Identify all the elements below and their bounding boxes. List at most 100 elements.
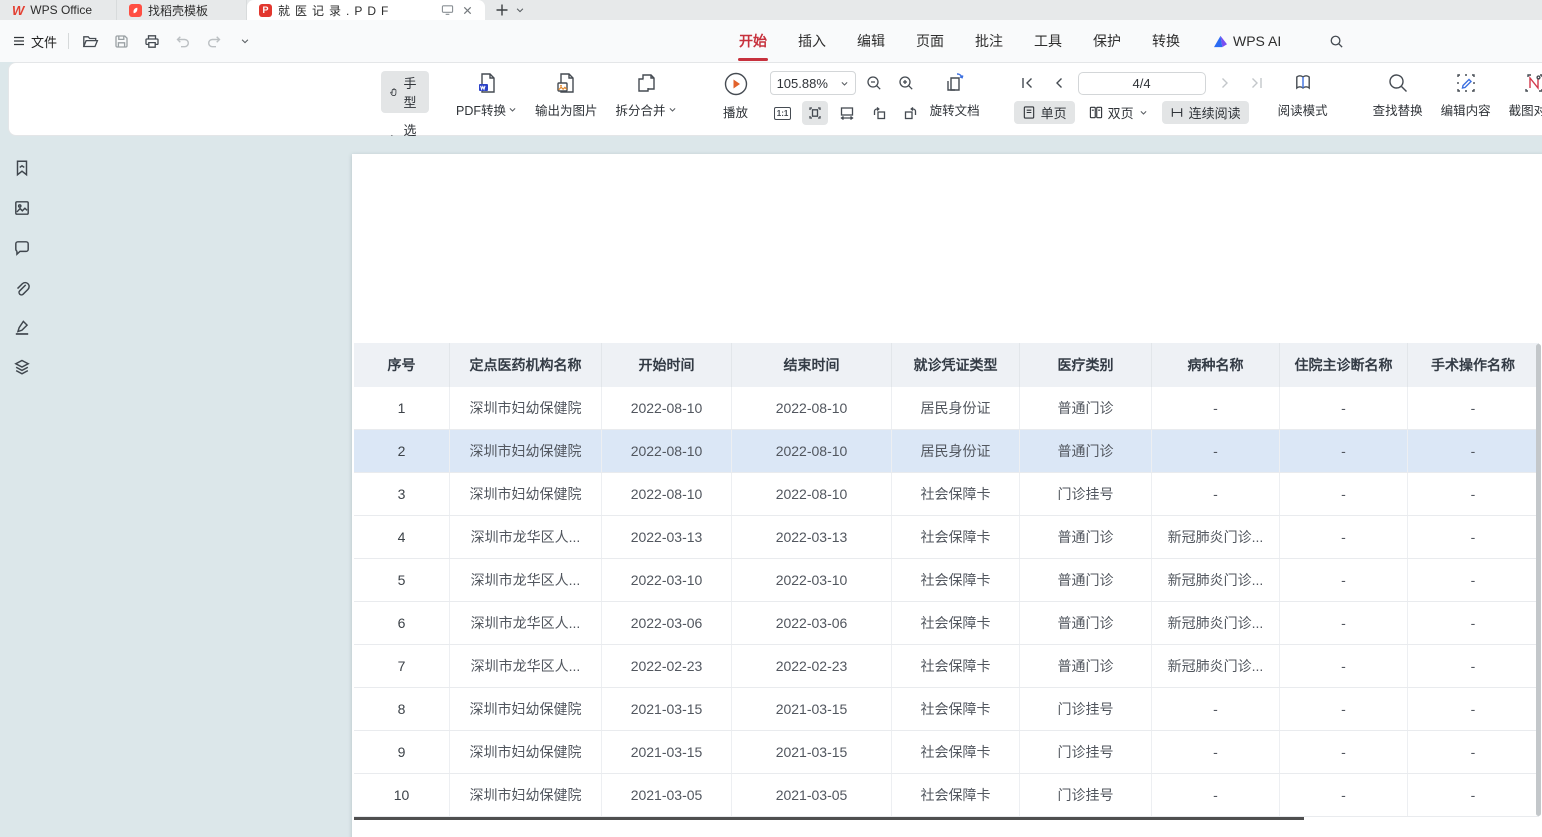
table-cell: - [1280, 774, 1408, 816]
tab-list-chevron-icon[interactable] [515, 5, 525, 15]
tab-docer-templates[interactable]: 找稻壳模板 [117, 0, 247, 20]
menu-bar: 文件 开始 插入 编辑 页面 批注 工具 保护 转换 WPS A [0, 20, 1542, 62]
tab-wps-office[interactable]: W WPS Office [0, 0, 117, 20]
table-cell: 新冠肺炎门诊... [1152, 645, 1280, 687]
single-page-button[interactable]: 单页 [1014, 101, 1075, 124]
table-cell: 深圳市妇幼保健院 [450, 387, 602, 429]
read-mode-label: 阅读模式 [1278, 100, 1328, 119]
table-cell: 2022-08-10 [602, 387, 732, 429]
table-cell: 2022-08-10 [602, 430, 732, 472]
hand-tool-button[interactable]: 手型 [381, 71, 429, 113]
zoom-level-value: 105.88% [777, 76, 828, 91]
table-header-cell: 住院主诊断名称 [1280, 343, 1408, 387]
table-cell: 普通门诊 [1020, 387, 1152, 429]
zoom-level-select[interactable]: 105.88% [770, 71, 856, 95]
bookmark-icon[interactable] [13, 159, 33, 179]
play-button[interactable]: 播放 [714, 71, 758, 121]
screenshot-compare-button[interactable]: 截图对比 [1500, 71, 1542, 119]
quick-access-chevron-icon[interactable] [235, 31, 255, 51]
table-cell: - [1408, 602, 1539, 644]
zoom-in-button[interactable] [894, 71, 920, 95]
table-row: 10深圳市妇幼保健院2021-03-052021-03-05社会保障卡门诊挂号-… [354, 774, 1539, 817]
ribbon-tab-edit[interactable]: 编辑 [857, 27, 885, 55]
edit-content-icon [1454, 71, 1478, 95]
wps-ai-button[interactable]: WPS AI [1213, 33, 1281, 49]
table-cell: 2022-03-13 [602, 516, 732, 558]
print-button[interactable] [142, 31, 162, 51]
file-menu-button[interactable]: 文件 [12, 32, 57, 51]
page-indicator-value: 4/4 [1133, 76, 1151, 91]
export-image-button[interactable]: 输出为图片 [526, 71, 607, 119]
first-page-button[interactable] [1014, 71, 1040, 95]
tab-document-active[interactable]: P 就医记录.PDF [247, 0, 485, 20]
vertical-scrollbar[interactable] [1536, 344, 1541, 816]
single-page-icon [1022, 105, 1036, 120]
last-page-button[interactable] [1244, 71, 1270, 95]
rotate-right-button[interactable] [898, 101, 924, 125]
document-workspace[interactable]: 序号定点医药机构名称开始时间结束时间就诊凭证类型医疗类别病种名称住院主诊断名称手… [0, 136, 1542, 837]
ribbon-tab-comment[interactable]: 批注 [975, 27, 1003, 55]
page-indicator-input[interactable]: 4/4 [1078, 72, 1206, 95]
pdf-convert-button[interactable]: PDF转换 [447, 71, 526, 119]
fit-width-button[interactable] [834, 101, 860, 125]
table-cell: 2022-03-13 [732, 516, 892, 558]
tab-close-icon[interactable] [462, 5, 473, 16]
table-cell: 社会保障卡 [892, 602, 1020, 644]
ribbon-tab-home[interactable]: 开始 [739, 27, 767, 55]
table-header-cell: 结束时间 [732, 343, 892, 387]
thumbnail-icon[interactable] [13, 199, 33, 219]
layers-icon[interactable] [13, 358, 33, 378]
edit-content-button[interactable]: 编辑内容 [1432, 71, 1500, 119]
ribbon-tab-tools[interactable]: 工具 [1034, 27, 1062, 55]
table-cell: 深圳市龙华区人... [450, 559, 602, 601]
actual-size-button[interactable]: 1:1 [770, 101, 796, 125]
tab-monitor-icon[interactable] [441, 4, 454, 16]
pdf-page[interactable]: 序号定点医药机构名称开始时间结束时间就诊凭证类型医疗类别病种名称住院主诊断名称手… [352, 154, 1542, 837]
ribbon-tab-convert[interactable]: 转换 [1152, 27, 1180, 55]
find-replace-button[interactable]: 查找替换 [1364, 71, 1432, 119]
folder-open-icon [82, 34, 99, 49]
table-cell: 2021-03-15 [732, 731, 892, 773]
table-cell: 社会保障卡 [892, 731, 1020, 773]
ribbon-tab-protect[interactable]: 保护 [1093, 27, 1121, 55]
continuous-reading-button[interactable]: 连续阅读 [1162, 101, 1249, 124]
ribbon-tab-page[interactable]: 页面 [916, 27, 944, 55]
table-cell: 深圳市妇幼保健院 [450, 688, 602, 730]
screenshot-compare-icon [1522, 71, 1542, 95]
comment-icon[interactable] [13, 239, 33, 259]
open-file-button[interactable] [80, 31, 100, 51]
signature-icon[interactable] [13, 318, 33, 338]
table-cell: - [1280, 559, 1408, 601]
rotate-document-button[interactable]: 旋转文档 [924, 71, 986, 119]
next-page-button[interactable] [1212, 71, 1238, 95]
double-page-button[interactable]: 双页 [1081, 101, 1156, 124]
ribbon-search-button[interactable] [1326, 31, 1346, 51]
table-cell: 9 [354, 731, 450, 773]
undo-button[interactable] [173, 31, 193, 51]
table-cell: 深圳市妇幼保健院 [450, 774, 602, 816]
attachment-icon[interactable] [13, 279, 33, 299]
table-cell: 深圳市龙华区人... [450, 516, 602, 558]
table-cell: 普通门诊 [1020, 602, 1152, 644]
fit-page-button[interactable] [802, 101, 828, 125]
chevron-down-icon [668, 105, 677, 114]
table-cell: - [1280, 387, 1408, 429]
table-cell: 2022-03-10 [602, 559, 732, 601]
table-cell: 2022-03-10 [732, 559, 892, 601]
split-merge-label: 拆分合并 [616, 100, 666, 119]
read-mode-button[interactable]: 阅读模式 [1270, 71, 1336, 119]
zoom-out-button[interactable] [862, 71, 888, 95]
save-button[interactable] [111, 31, 131, 51]
table-header-cell: 就诊凭证类型 [892, 343, 1020, 387]
horizontal-scrollbar[interactable] [354, 817, 1304, 820]
redo-button[interactable] [204, 31, 224, 51]
split-merge-button[interactable]: 拆分合并 [607, 71, 686, 119]
table-cell: - [1280, 602, 1408, 644]
table-cell: 新冠肺炎门诊... [1152, 516, 1280, 558]
new-tab-button[interactable] [495, 3, 509, 17]
prev-page-button[interactable] [1046, 71, 1072, 95]
ribbon-tab-insert[interactable]: 插入 [798, 27, 826, 55]
rotate-document-icon [943, 71, 967, 95]
table-cell: 深圳市龙华区人... [450, 645, 602, 687]
rotate-left-button[interactable] [866, 101, 892, 125]
